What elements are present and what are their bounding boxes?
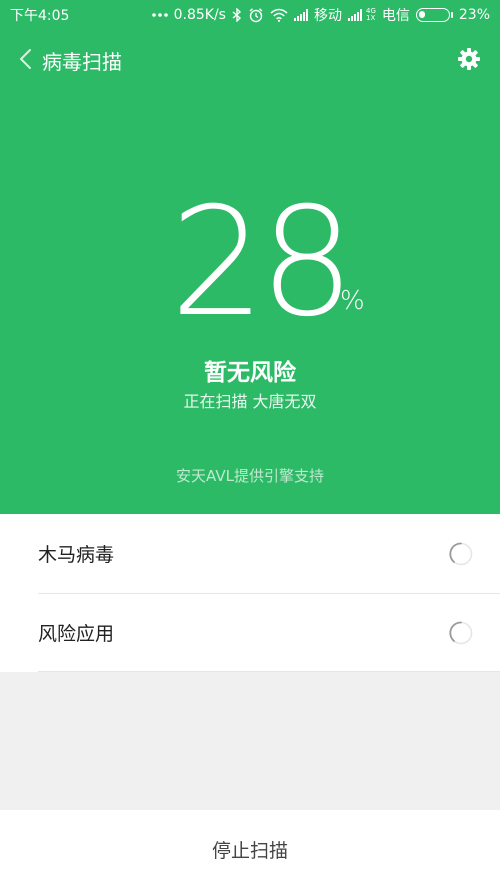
network-type: 4G 1X xyxy=(366,8,376,22)
list-item-risk-apps[interactable]: 风险应用 xyxy=(0,593,500,672)
more-dots-icon xyxy=(151,12,168,18)
signal-icon-carrier2 xyxy=(347,9,362,21)
settings-button[interactable] xyxy=(454,44,484,74)
current-scan-target: 正在扫描 大唐无双 xyxy=(183,392,317,411)
scan-progress: 28 % xyxy=(0,176,500,350)
battery-percent: 23% xyxy=(458,7,490,23)
signal-icon-carrier1 xyxy=(293,9,308,21)
carrier1-name: 移动 xyxy=(313,8,342,24)
percent-unit: % xyxy=(340,286,365,316)
loading-spinner-icon xyxy=(449,542,473,565)
list-item-label: 木马病毒 xyxy=(38,544,115,566)
stop-scan-button[interactable]: 停止扫描 xyxy=(212,836,288,863)
toolbar: 病毒扫描 xyxy=(0,36,500,82)
list-item-label: 风险应用 xyxy=(38,623,115,645)
chevron-left-icon xyxy=(20,49,31,69)
carrier2-name: 电信 xyxy=(381,8,410,24)
network-speed: 0.85K/s xyxy=(173,7,226,23)
bottom-bar: 停止扫描 xyxy=(0,810,500,889)
scan-results-list: 木马病毒 风险应用 xyxy=(0,514,500,672)
wifi-icon xyxy=(270,8,288,22)
risk-status: 暂无风险 xyxy=(204,360,296,386)
page-title: 病毒扫描 xyxy=(42,50,122,74)
engine-credit: 安天AVL提供引擎支持 xyxy=(176,467,324,485)
bluetooth-icon xyxy=(232,8,242,22)
status-right: 0.85K/s 移动 4G 1X 电信 23% xyxy=(151,5,490,25)
status-time: 下午4:05 xyxy=(10,8,70,24)
back-button[interactable] xyxy=(12,45,38,73)
loading-spinner-icon xyxy=(449,621,473,644)
scan-percent: 28 xyxy=(170,176,355,350)
battery-icon xyxy=(415,8,453,22)
alarm-icon xyxy=(248,7,264,23)
status-left: 下午4:05 xyxy=(10,5,69,25)
status-bar: 下午4:05 0.85K/s 移动 4G 1X 电信 23% xyxy=(0,0,500,30)
scan-header: 下午4:05 0.85K/s 移动 4G 1X 电信 23% 病毒扫描 28 %… xyxy=(0,0,500,514)
gear-icon xyxy=(458,48,480,70)
network-type-bottom: 1X xyxy=(365,14,376,22)
list-item-trojan[interactable]: 木马病毒 xyxy=(0,514,500,593)
empty-area xyxy=(0,672,500,810)
